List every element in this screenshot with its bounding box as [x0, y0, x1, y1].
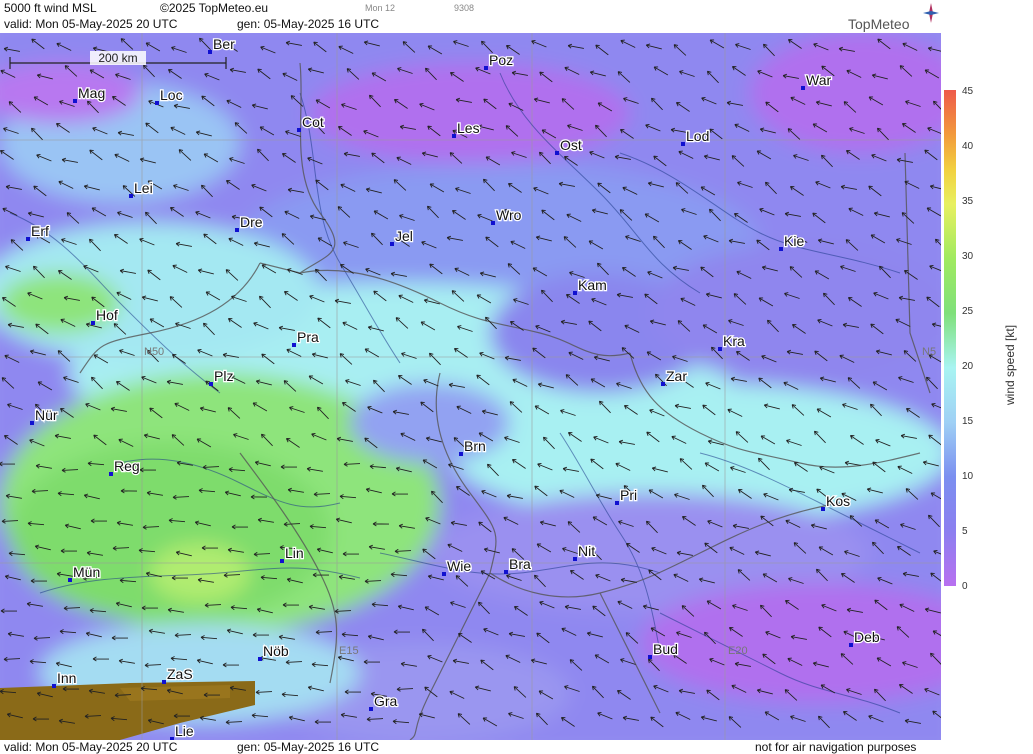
city-cot: Cot — [297, 113, 325, 132]
city-label: Inn — [57, 670, 76, 686]
city-deb: Deb — [849, 628, 881, 647]
city-label: Bud — [653, 641, 678, 657]
city-poz: Poz — [484, 51, 514, 70]
city-label: Loc — [160, 87, 183, 103]
city-label: Wro — [496, 207, 522, 223]
city-label: Kie — [784, 233, 804, 249]
city-dre: Dre — [235, 213, 264, 232]
city-label: Reg — [114, 458, 140, 474]
city-reg: Reg — [109, 457, 141, 476]
city-hof: Hof — [91, 306, 119, 325]
city-mün: Mün — [68, 563, 101, 582]
city-label: Pra — [297, 329, 319, 345]
city-les: Les — [452, 119, 481, 138]
city-label: Gra — [374, 693, 398, 709]
city-zas: ZaS — [162, 665, 194, 684]
city-label: Dre — [240, 214, 263, 230]
city-ber: Ber — [208, 35, 236, 54]
city-label: War — [806, 72, 831, 88]
city-label: Poz — [489, 52, 513, 68]
city-label: Lin — [285, 545, 304, 561]
city-label: Kra — [723, 333, 745, 349]
compass-logo-icon — [923, 3, 939, 23]
colorbar-tick: 40 — [962, 141, 974, 152]
colorbar-tick: 5 — [962, 526, 968, 537]
city-gra: Gra — [369, 692, 399, 711]
city-kra: Kra — [718, 332, 746, 351]
colorbar-tick: 25 — [962, 306, 974, 317]
product-title: 5000 ft wind MSL — [4, 1, 97, 15]
grid-label: N50 — [144, 346, 164, 358]
city-label: Jel — [395, 228, 413, 244]
city-label: Erf — [31, 223, 49, 239]
city-label: Kos — [826, 493, 850, 509]
scale-label: 200 km — [98, 51, 137, 65]
city-label: Nit — [578, 543, 595, 559]
city-label: Lei — [134, 180, 153, 196]
city-label: Mün — [73, 564, 100, 580]
valid-time: valid: Mon 05-May-2025 20 UTC — [4, 17, 178, 31]
city-bra: Bra — [504, 555, 532, 574]
colorbar-tick: 10 — [962, 471, 974, 482]
city-label: Lod — [686, 128, 709, 144]
footer-valid-time: valid: Mon 05-May-2025 20 UTC — [4, 740, 178, 754]
city-ost: Ost — [555, 136, 583, 155]
navigation-disclaimer: not for air navigation purposes — [755, 740, 917, 754]
step-label: Mon 12 — [365, 3, 396, 13]
city-lod: Lod — [681, 127, 711, 146]
colorbar-title: wind speed [kt] — [1003, 324, 1017, 405]
city-label: Pri — [620, 487, 637, 503]
city-kam: Kam — [573, 276, 608, 295]
city-label: Brn — [464, 438, 486, 454]
city-label: Les — [457, 120, 480, 136]
city-kos: Kos — [821, 492, 851, 511]
colorbar-tick: 30 — [962, 251, 974, 262]
city-loc: Loc — [155, 86, 184, 105]
topmeteo-logo: TopMeteo — [848, 16, 910, 32]
city-label: Kam — [578, 277, 607, 293]
footer-gen-time: gen: 05-May-2025 16 UTC — [237, 740, 380, 754]
city-label: Lie — [175, 723, 194, 739]
gen-time: gen: 05-May-2025 16 UTC — [237, 17, 380, 31]
city-label: Nöb — [263, 643, 289, 659]
city-mag: Mag — [73, 84, 106, 103]
colorbar-tick: 0 — [962, 581, 968, 592]
city-label: Ber — [213, 36, 235, 52]
city-wie: Wie — [442, 557, 473, 576]
colorbar-tick: 35 — [962, 196, 974, 207]
city-label: Wie — [447, 558, 471, 574]
city-label: Nür — [35, 407, 58, 423]
city-label: Zar — [666, 368, 687, 384]
city-label: Mag — [78, 85, 105, 101]
colorbar-tick: 15 — [962, 416, 974, 427]
city-pra: Pra — [292, 328, 320, 347]
city-label: Plz — [214, 368, 233, 384]
colorbar-tick: 45 — [962, 86, 974, 97]
city-bud: Bud — [648, 640, 679, 659]
copyright: ©2025 TopMeteo.eu — [160, 1, 269, 15]
wind-map[interactable]: 200 km N50 E15 E20 N5 Ber Poz War Mag Loc Cot Les… — [0, 33, 941, 740]
city-label: Ost — [560, 137, 582, 153]
grid-label: N5 — [922, 346, 936, 358]
wind-speed-colorbar — [944, 90, 956, 586]
grid-label: E15 — [339, 645, 359, 657]
code-label: 9308 — [454, 3, 475, 13]
grid-label: E20 — [728, 645, 748, 657]
city-nöb: Nöb — [258, 642, 290, 661]
city-label: Deb — [854, 629, 880, 645]
city-label: Bra — [509, 556, 531, 572]
city-wro: Wro — [491, 206, 523, 225]
header-bar: 5000 ft wind MSL ©2025 TopMeteo.eu Mon 1… — [0, 0, 941, 33]
city-war: War — [801, 71, 833, 90]
city-nür: Nür — [30, 406, 59, 425]
city-label: Cot — [302, 114, 324, 130]
city-label: Hof — [96, 307, 118, 323]
city-brn: Brn — [459, 437, 487, 456]
city-label: ZaS — [167, 666, 193, 682]
footer-bar: valid: Mon 05-May-2025 20 UTC gen: 05-Ma… — [0, 740, 941, 754]
colorbar-tick: 20 — [962, 361, 974, 372]
